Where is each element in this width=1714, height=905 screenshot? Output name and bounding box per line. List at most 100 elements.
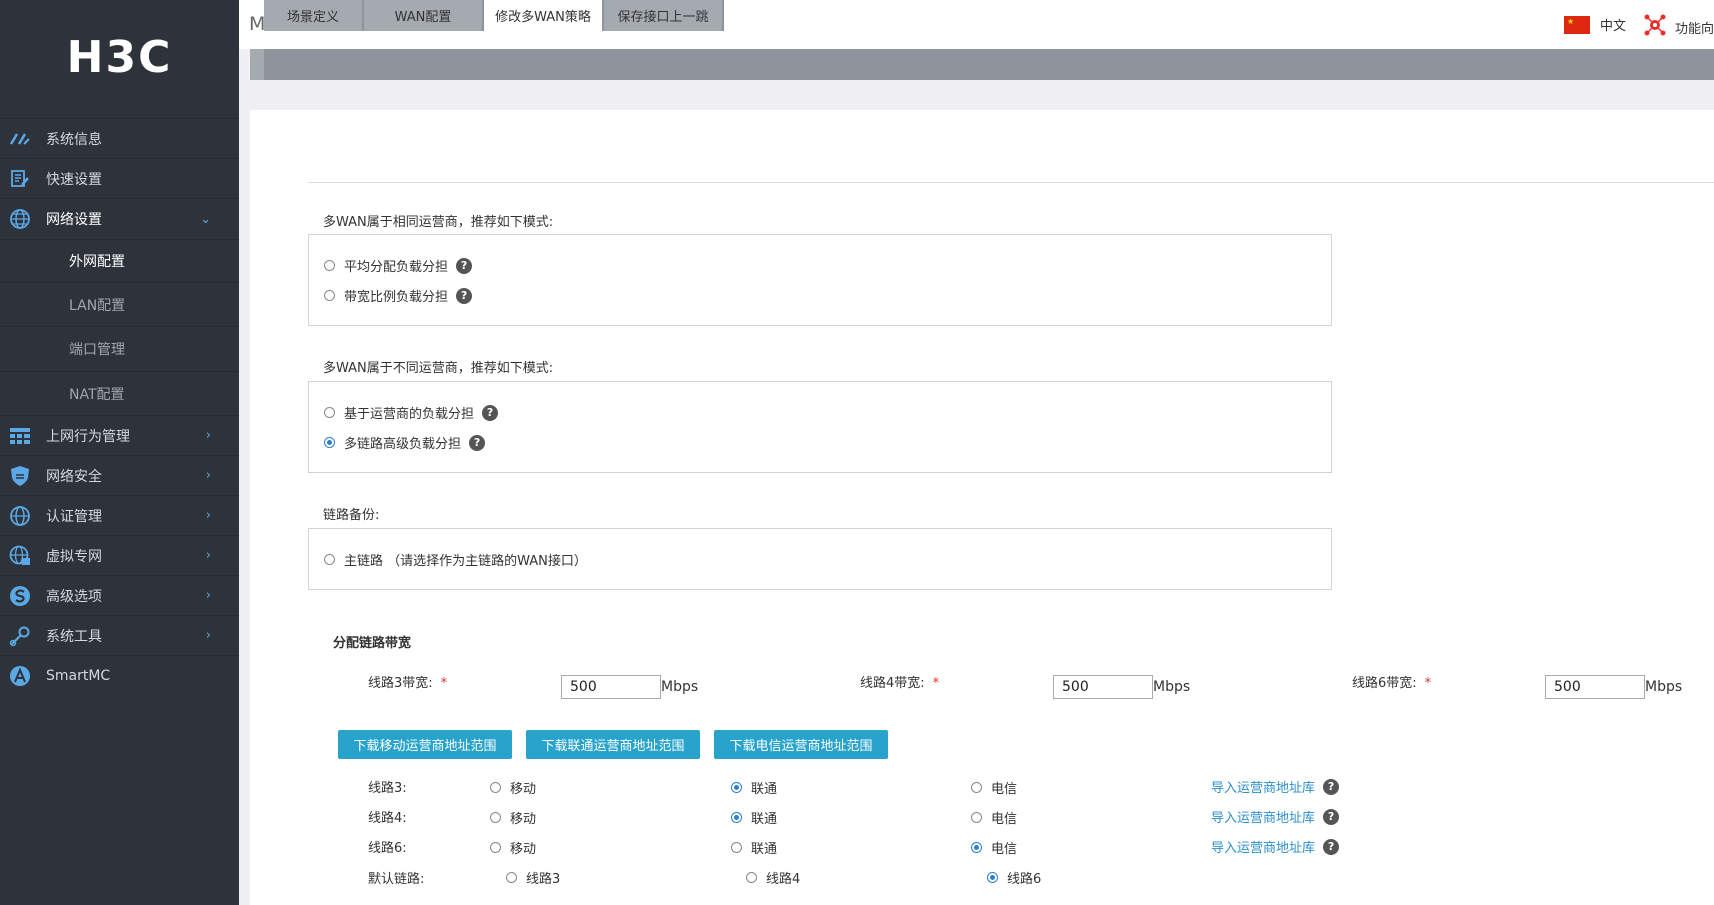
sidebar-item-vpn[interactable]: 虚拟专网 › bbox=[0, 535, 239, 575]
line6-bandwidth-label: 线路6带宽: * bbox=[1352, 672, 1431, 691]
line3-bandwidth-input[interactable] bbox=[561, 675, 661, 699]
radio-button-selected[interactable] bbox=[731, 782, 742, 793]
sidebar-item-system-tools[interactable]: 系统工具 › bbox=[0, 615, 239, 655]
line4-telecom[interactable]: 电信 bbox=[971, 808, 1017, 827]
default-line6[interactable]: 线路6 bbox=[987, 868, 1041, 887]
sidebar-item-behavior-mgmt[interactable]: 上网行为管理 › bbox=[0, 415, 239, 455]
sidebar-item-label: 快速设置 bbox=[46, 171, 102, 188]
line4-bandwidth-input[interactable] bbox=[1053, 675, 1153, 699]
chevron-right-icon: › bbox=[205, 588, 211, 603]
sidebar-subitem-lan-config[interactable]: LAN配置 bbox=[0, 282, 239, 326]
line3-mobile[interactable]: 移动 bbox=[490, 778, 536, 797]
radio-button[interactable] bbox=[746, 872, 757, 883]
help-icon[interactable]: ? bbox=[469, 434, 486, 451]
radio-button[interactable] bbox=[324, 260, 335, 271]
china-flag-icon: ★ bbox=[1563, 15, 1590, 34]
function-nav-icon bbox=[1643, 13, 1667, 41]
radio-button[interactable] bbox=[731, 842, 742, 853]
sidebar-item-label: 上网行为管理 bbox=[46, 428, 130, 445]
radio-button-selected[interactable] bbox=[324, 437, 335, 448]
option-primary-link[interactable]: 主链路 （请选择作为主链路的WAN接口） bbox=[324, 550, 587, 569]
language-switch[interactable]: ★ 中文 bbox=[1563, 15, 1626, 34]
shield-icon bbox=[8, 464, 32, 488]
download-unicom-button[interactable]: 下载联通运营商地址范围 bbox=[526, 730, 700, 759]
radio-button[interactable] bbox=[490, 842, 501, 853]
help-icon[interactable]: ? bbox=[456, 257, 473, 274]
line3-import-link[interactable]: 导入运营商地址库? bbox=[1211, 777, 1340, 796]
line6-import-link[interactable]: 导入运营商地址库? bbox=[1211, 837, 1340, 856]
sidebar-item-quick-setup[interactable]: 快速设置 bbox=[0, 158, 239, 198]
required-marker: * bbox=[440, 676, 448, 691]
sidebar-item-network-security[interactable]: 网络安全 › bbox=[0, 455, 239, 495]
option-label: 电信 bbox=[991, 782, 1018, 797]
option-multilink-advanced[interactable]: 多链路高级负载分担 ? bbox=[324, 433, 486, 452]
radio-button-selected[interactable] bbox=[731, 812, 742, 823]
tab-modify-multiwan[interactable]: 修改多WAN策略 bbox=[484, 0, 604, 31]
option-bandwidth-ratio[interactable]: 带宽比例负载分担 ? bbox=[324, 286, 473, 305]
sidebar-subitem-label: 端口管理 bbox=[69, 342, 125, 358]
sidebar-item-smartmc[interactable]: SmartMC bbox=[0, 655, 239, 695]
line4-mobile[interactable]: 移动 bbox=[490, 808, 536, 827]
radio-button[interactable] bbox=[971, 782, 982, 793]
sidebar-subitem-nat-config[interactable]: NAT配置 bbox=[0, 371, 239, 415]
download-telecom-button[interactable]: 下载电信运营商地址范围 bbox=[714, 730, 888, 759]
settings-s-icon bbox=[8, 584, 32, 608]
tab-scene-definition[interactable]: 场景定义 bbox=[264, 0, 364, 31]
chevron-right-icon: › bbox=[205, 628, 211, 643]
option-label: 联通 bbox=[751, 842, 778, 857]
radio-button[interactable] bbox=[971, 812, 982, 823]
option-label: 平均分配负载分担 bbox=[344, 260, 449, 275]
function-nav[interactable]: 功能向 bbox=[1643, 13, 1714, 41]
sidebar-item-system-info[interactable]: 系统信息 bbox=[0, 118, 239, 158]
radio-button[interactable] bbox=[490, 782, 501, 793]
sidebar-item-auth-mgmt[interactable]: 认证管理 › bbox=[0, 495, 239, 535]
line6-mobile[interactable]: 移动 bbox=[490, 838, 536, 857]
sidebar-subitem-wan-config[interactable]: 外网配置 bbox=[0, 239, 239, 282]
line4-unicom[interactable]: 联通 bbox=[731, 808, 777, 827]
help-icon[interactable]: ? bbox=[1323, 778, 1340, 795]
chevron-right-icon: › bbox=[205, 548, 211, 563]
smartmc-icon bbox=[8, 664, 32, 688]
required-marker: * bbox=[1424, 676, 1432, 691]
help-icon[interactable]: ? bbox=[482, 404, 499, 421]
tab-bar-edge bbox=[250, 49, 264, 80]
tab-bar bbox=[250, 49, 1714, 80]
option-label: 带宽比例负载分担 bbox=[344, 290, 449, 305]
line3-unicom[interactable]: 联通 bbox=[731, 778, 777, 797]
sidebar-item-label: 网络设置 bbox=[46, 212, 102, 228]
required-marker: * bbox=[932, 676, 940, 691]
tab-label: WAN配置 bbox=[394, 10, 452, 25]
option-label: 基于运营商的负载分担 bbox=[344, 407, 475, 422]
radio-button[interactable] bbox=[324, 554, 335, 565]
default-line4[interactable]: 线路4 bbox=[746, 868, 800, 887]
sidebar-item-advanced[interactable]: 高级选项 › bbox=[0, 575, 239, 615]
radio-button-selected[interactable] bbox=[971, 842, 982, 853]
radio-button[interactable] bbox=[324, 407, 335, 418]
sidebar-item-network-settings[interactable]: 网络设置 ⌄ bbox=[0, 198, 239, 239]
radio-button[interactable] bbox=[506, 872, 517, 883]
tools-icon bbox=[8, 624, 32, 648]
diff-isp-box bbox=[308, 381, 1332, 473]
help-icon[interactable]: ? bbox=[1323, 808, 1340, 825]
help-icon[interactable]: ? bbox=[1323, 838, 1340, 855]
unit-label: Mbps bbox=[1153, 679, 1191, 695]
line6-telecom[interactable]: 电信 bbox=[971, 838, 1017, 857]
option-isp-based[interactable]: 基于运营商的负载分担 ? bbox=[324, 403, 499, 422]
line4-import-link[interactable]: 导入运营商地址库? bbox=[1211, 807, 1340, 826]
radio-button-selected[interactable] bbox=[987, 872, 998, 883]
download-mobile-button[interactable]: 下载移动运营商地址范围 bbox=[338, 730, 512, 759]
line3-telecom[interactable]: 电信 bbox=[971, 778, 1017, 797]
line6-bandwidth-input[interactable] bbox=[1545, 675, 1645, 699]
option-label: 线路4 bbox=[766, 872, 801, 887]
tab-wan-config[interactable]: WAN配置 bbox=[364, 0, 484, 31]
help-icon[interactable]: ? bbox=[456, 287, 473, 304]
option-label: 移动 bbox=[510, 842, 537, 857]
line6-unicom[interactable]: 联通 bbox=[731, 838, 777, 857]
radio-button[interactable] bbox=[324, 290, 335, 301]
sidebar-subitem-port-mgmt[interactable]: 端口管理 bbox=[0, 326, 239, 371]
radio-button[interactable] bbox=[490, 812, 501, 823]
option-average-balance[interactable]: 平均分配负载分担 ? bbox=[324, 256, 473, 275]
tab-save-next-hop[interactable]: 保存接口上一跳 bbox=[604, 0, 724, 31]
default-line3[interactable]: 线路3 bbox=[506, 868, 560, 887]
sidebar-subitem-label: LAN配置 bbox=[69, 297, 126, 314]
